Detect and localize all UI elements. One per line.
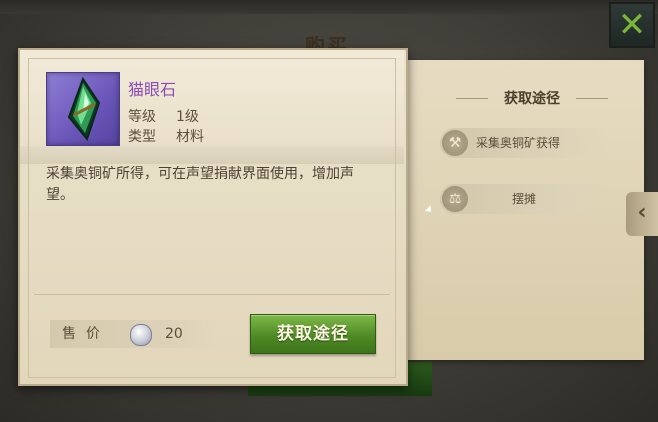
price-label: 售价 — [62, 326, 110, 342]
price-row: 售价 20 — [50, 320, 220, 348]
acquisition-panel: 获取途径 ⚒ 采集奥铜矿获得 ⚖ 摆摊 — [396, 60, 644, 360]
scale-icon: ⚖ — [442, 186, 468, 212]
acquisition-title-row: 获取途径 — [396, 88, 644, 108]
gem-icon — [46, 72, 120, 146]
item-type-row: 类型 材料 — [128, 126, 204, 146]
title-divider-right — [576, 98, 608, 99]
title-divider-left — [456, 98, 488, 99]
item-card: 猫眼石 等级 1级 类型 材料 采集奥铜矿所得，可在声望捐献界面使用，增加声望。 售… — [18, 48, 408, 386]
type-value: 材料 — [176, 129, 204, 145]
type-label: 类型 — [128, 129, 156, 145]
acquire-methods-button[interactable]: 获取途径 — [250, 314, 376, 354]
level-label: 等级 — [128, 109, 156, 125]
method-label: 摆摊 — [512, 192, 537, 206]
collapse-tab[interactable]: ‹ — [626, 192, 658, 236]
price-value: 20 — [165, 326, 183, 342]
silver-coin-icon — [130, 324, 152, 346]
close-icon: ✕ — [617, 5, 647, 45]
chevron-left-icon: ‹ — [637, 200, 647, 225]
acquisition-title: 获取途径 — [504, 91, 560, 107]
top-bar — [0, 0, 658, 14]
level-value: 1级 — [176, 109, 199, 125]
item-name: 猫眼石 — [128, 80, 177, 99]
acquisition-method-stall[interactable]: ⚖ 摆摊 — [440, 184, 610, 214]
item-description: 采集奥铜矿所得，可在声望捐献界面使用，增加声望。 — [46, 166, 354, 203]
acquisition-method-mining[interactable]: ⚒ 采集奥铜矿获得 — [440, 128, 610, 158]
pickaxe-icon: ⚒ — [442, 130, 468, 156]
item-level-row: 等级 1级 — [128, 106, 199, 126]
method-label: 采集奥铜矿获得 — [476, 136, 561, 150]
card-divider — [34, 294, 390, 295]
close-button[interactable]: ✕ — [609, 2, 655, 48]
